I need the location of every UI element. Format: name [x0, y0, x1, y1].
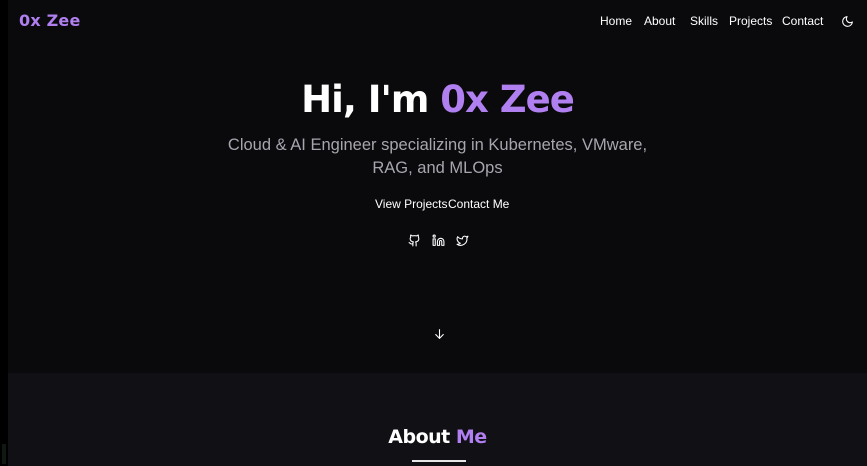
nav-item-projects[interactable]: Projects: [729, 14, 772, 28]
hero-heading: Hi, I'm 0x Zee: [8, 78, 867, 121]
hero-section: 0x Zee Home About Skills Projects Contac…: [8, 0, 867, 373]
nav-item-contact[interactable]: Contact: [782, 14, 823, 28]
github-icon[interactable]: [408, 234, 421, 247]
contact-me-button[interactable]: Contact Me: [448, 197, 509, 211]
twitter-icon[interactable]: [456, 234, 469, 247]
view-projects-button[interactable]: View Projects: [375, 197, 447, 211]
nav-item-home[interactable]: Home: [600, 14, 632, 28]
nav-item-about[interactable]: About: [644, 14, 675, 28]
hero-name: 0x Zee: [440, 78, 575, 121]
linkedin-icon[interactable]: [432, 234, 445, 247]
page: 0x Zee Home About Skills Projects Contac…: [8, 0, 867, 466]
about-section: About Me: [8, 373, 867, 466]
about-heading: About Me: [8, 426, 867, 448]
site-logo[interactable]: 0x Zee: [19, 11, 81, 30]
nav-item-skills[interactable]: Skills: [690, 14, 718, 28]
about-title-accent: Me: [455, 426, 487, 448]
window-edge: [0, 0, 8, 466]
heading-underline: [412, 460, 466, 462]
hero-subtitle: Cloud & AI Engineer specializing in Kube…: [227, 136, 648, 177]
about-title-main: About: [388, 426, 450, 448]
arrow-down-icon[interactable]: [433, 327, 446, 341]
hero-greeting: Hi, I'm: [301, 78, 429, 121]
edge-marker: [2, 444, 6, 464]
moon-icon[interactable]: [841, 15, 854, 28]
